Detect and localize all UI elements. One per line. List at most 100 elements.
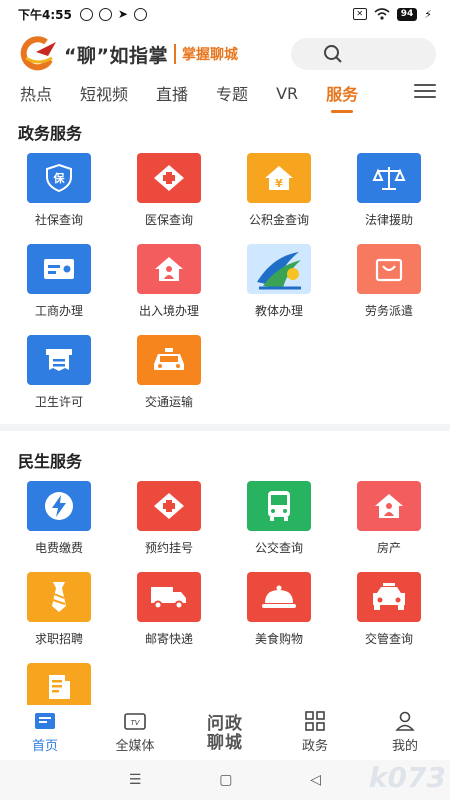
section-title-life: 民生服务 [18,452,83,471]
back-icon[interactable]: ◁ [310,772,321,788]
lightning-icon [27,481,91,531]
home-person-icon [137,244,201,294]
user-icon [394,711,416,731]
tab-short-video[interactable]: 短视频 [80,81,128,105]
service-item[interactable]: 出入境办理 [114,244,224,319]
svg-text:¥: ¥ [275,177,283,190]
battery-indicator: 94 [396,7,418,21]
service-item[interactable]: 求职招聘 [4,572,114,647]
search-bar[interactable] [291,38,436,70]
service-label: 交管查询 [364,632,413,646]
service-label: 电费缴费 [34,541,83,555]
car-icon [357,572,421,622]
service-item[interactable]: 交通运输 [114,335,224,410]
bus-icon [247,481,311,531]
service-item[interactable]: 电费缴费 [4,481,114,556]
shopping-bag-icon [357,244,421,294]
notification-icon [98,7,112,21]
app-brand-name: 掌握聊城 [173,44,238,64]
education-logo-icon [247,244,311,294]
tab-hot[interactable]: 热点 [20,81,52,105]
app-logo[interactable] [16,36,58,72]
tv-icon: TV [124,711,146,731]
tab-vr[interactable]: VR [276,84,298,103]
grid-icon [304,711,326,731]
service-item[interactable]: 预约挂号 [114,481,224,556]
service-label: 邮寄快递 [144,632,193,646]
nav-media[interactable]: TV 全媒体 [90,705,180,760]
tabs-menu-icon[interactable] [414,84,436,98]
food-cloche-icon [247,572,311,622]
nav-home[interactable]: 首页 [0,705,90,760]
service-item[interactable]: 邮寄快递 [114,572,224,647]
taxi-icon [137,335,201,385]
notification-icon [133,7,147,21]
app-slogan: “聊”如指掌 [64,44,168,67]
nav-government-label: 政务 [301,739,328,754]
home-icon [34,711,56,731]
bottom-navigation: 首页 TV 全媒体 问政聊城 政务 我的 [0,705,450,760]
nav-government[interactable]: 政务 [270,705,360,760]
service-item[interactable]: 交管查询 [334,572,444,647]
tie-icon [27,572,91,622]
menu-icon[interactable]: ☰ [129,772,142,788]
nav-mine-label: 我的 [391,739,418,754]
service-label: 预约挂号 [144,541,193,555]
status-time: 下午4:55 [18,7,72,22]
nav-media-label: 全媒体 [115,739,155,754]
service-label: 美食购物 [254,632,303,646]
service-item[interactable]: 公交查询 [224,481,334,556]
truck-icon [137,572,201,622]
tab-services[interactable]: 服务 [326,81,358,105]
service-item[interactable]: 法律援助 [334,153,444,228]
service-label: 社保查询 [34,213,83,227]
house-yuan-icon: ¥ [247,153,311,203]
service-label: 劳务派遣 [364,304,413,318]
tab-topics[interactable]: 专题 [216,81,248,105]
app-header: “聊”如指掌 掌握聊城 [0,32,450,76]
id-card-icon [27,244,91,294]
service-label: 求职招聘 [34,632,83,646]
sim-off-icon: ✕ [352,8,367,20]
service-label: 交通运输 [144,395,193,409]
service-label: 公积金查询 [248,213,309,227]
medical-cross-icon [137,153,201,203]
search-icon [324,45,342,63]
service-item[interactable]: 卫生许可 [4,335,114,410]
nav-mine[interactable]: 我的 [360,705,450,760]
service-item[interactable]: 教体办理 [224,244,334,319]
service-item[interactable]: 工商办理 [4,244,114,319]
section-title-gov: 政务服务 [18,124,83,143]
medical-cross-icon [137,481,201,531]
center-logo: 问政聊城 [207,714,243,753]
service-item[interactable]: 美食购物 [224,572,334,647]
service-label: 教体办理 [254,304,303,318]
watermark-logo: k073 [368,761,446,794]
home-person-icon [357,481,421,531]
svg-text:保: 保 [53,171,66,185]
svg-text:TV: TV [130,719,140,727]
service-label: 卫生许可 [34,395,83,409]
location-icon: ➤ [117,7,128,21]
certificate-icon [27,335,91,385]
service-item[interactable]: 房产 [334,481,444,556]
nav-center-wenzheng[interactable]: 问政聊城 [180,705,270,760]
service-item[interactable]: 医保查询 [114,153,224,228]
service-item[interactable]: 保社保查询 [4,153,114,228]
scales-icon [357,153,421,203]
service-label: 公交查询 [254,541,303,555]
nav-home-label: 首页 [31,739,58,754]
home-button-icon[interactable]: ▢ [219,772,232,788]
service-label: 法律援助 [364,213,413,227]
service-label: 房产 [376,541,401,555]
service-label: 医保查询 [144,213,193,227]
service-label: 出入境办理 [138,304,199,318]
service-item[interactable]: 劳务派遣 [334,244,444,319]
notification-icon [79,7,93,21]
service-item[interactable]: ¥ 公积金查询 [224,153,334,228]
tab-live[interactable]: 直播 [156,81,188,105]
category-tabs: 热点 短视频 直播 专题 VR 服务 [0,78,450,108]
service-label: 工商办理 [34,304,83,318]
status-notification-icons: ➤ [79,7,147,21]
status-bar: 下午4:55 ➤ ✕ 94 ⚡ [0,0,450,28]
